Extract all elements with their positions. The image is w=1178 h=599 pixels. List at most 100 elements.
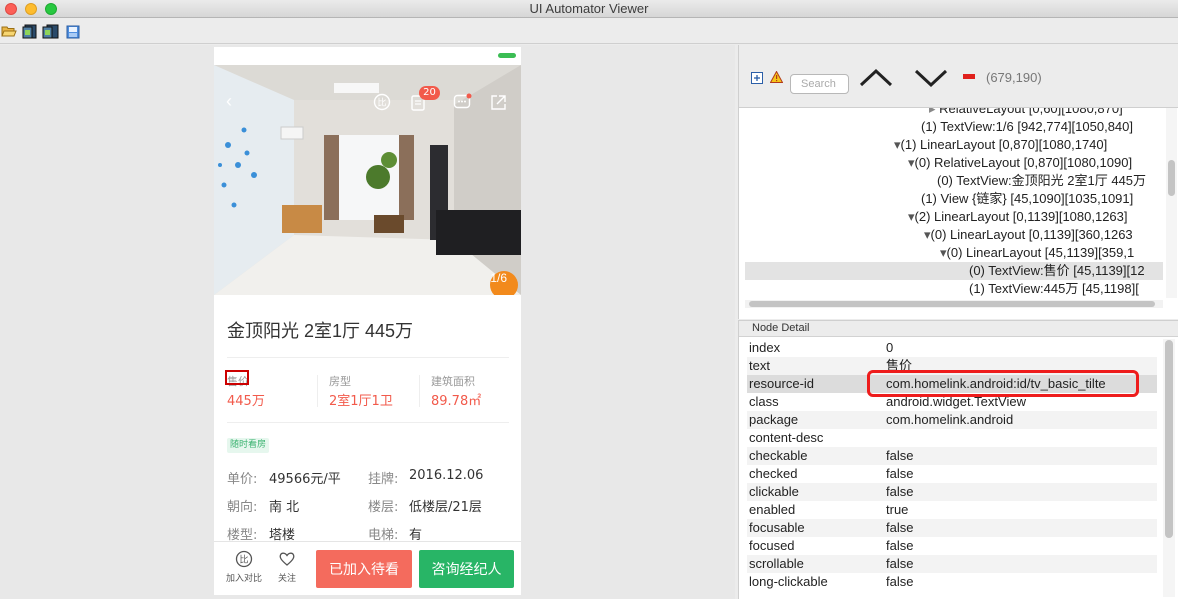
orientation-label: 朝向:: [227, 500, 258, 515]
tree-expand-icon[interactable]: ▸: [929, 108, 939, 116]
layout-value: 2室1厅1卫: [329, 394, 393, 409]
scroll-thumb[interactable]: [749, 301, 1155, 307]
detail-value: com.homelink.android: [886, 412, 1014, 427]
detail-row[interactable]: focused false: [747, 537, 1157, 555]
save-icon[interactable]: [66, 25, 80, 39]
price-value: 445万: [227, 394, 265, 409]
resource-id-annotation-box: [867, 370, 1139, 397]
listing-title: 金顶阳光 2室1厅 445万: [227, 321, 414, 341]
divider: [227, 357, 509, 358]
detail-key: focused: [749, 538, 795, 553]
status-bar: [214, 47, 521, 65]
add-compare-label: 加入对比: [225, 574, 262, 584]
tree-node[interactable]: ▾(0) LinearLayout [45,1139][359,1: [940, 244, 1134, 262]
detail-value: false: [886, 466, 914, 481]
open-folder-icon[interactable]: [1, 25, 17, 38]
device-screenshot-icon[interactable]: [22, 24, 38, 39]
compare-icon: 比: [235, 550, 253, 568]
tree-node[interactable]: (1) View {链家} [45,1090][1035,1091]: [921, 190, 1133, 208]
tree-node[interactable]: ▾(0) LinearLayout [0,1139][360,1263: [924, 226, 1133, 244]
device-screenshot-compressed-icon[interactable]: [42, 24, 60, 39]
pointer-coordinates: (679,190): [986, 70, 1042, 85]
tree-node[interactable]: ▸ RelativeLayout [0,60][1080,870]: [929, 108, 1123, 118]
detail-row[interactable]: checked false: [747, 465, 1157, 483]
node-detail-panel: Node Detail index 0 text 售价 resource-id com…: [738, 320, 1178, 599]
scroll-thumb[interactable]: [1168, 160, 1175, 196]
window-title: UI Automator Viewer: [529, 1, 649, 16]
next-result-icon[interactable]: [914, 68, 948, 88]
search-input[interactable]: Search: [790, 74, 849, 94]
detail-key: index: [749, 340, 781, 355]
detail-key: checkable: [749, 448, 808, 463]
detail-value: false: [886, 538, 914, 553]
detail-key: content-desc: [749, 430, 824, 445]
message-icon[interactable]: [453, 93, 472, 111]
uiautomatorviewer-window: UI Automator Viewer ‹ 比 20 1/6 金顶阳光 2室1厅…: [0, 0, 1178, 599]
detail-value: false: [886, 448, 914, 463]
tree-node[interactable]: ▾(2) LinearLayout [0,1139][1080,1263]: [908, 208, 1128, 226]
compare-icon[interactable]: 比: [373, 93, 391, 111]
viewing-anytime-tag: 随时看房: [227, 438, 270, 453]
detail-value: 0: [886, 340, 894, 355]
detail-row[interactable]: long-clickable false: [747, 573, 1157, 591]
add-compare-button[interactable]: 比 加入对比: [222, 550, 266, 584]
floor-value: 低楼层/21层: [409, 500, 482, 515]
device-screenshot-pane[interactable]: ‹ 比 20 1/6 金顶阳光 2室1厅 445万 售价 445万 房型 2室1…: [0, 45, 735, 599]
detail-row[interactable]: clickable false: [747, 483, 1157, 501]
floor-label: 楼层:: [368, 500, 399, 515]
title-bar: UI Automator Viewer: [0, 0, 1178, 18]
added-to-viewing-button[interactable]: 已加入待看: [316, 550, 412, 588]
detail-key: package: [749, 412, 799, 427]
listed-date-label: 挂牌:: [368, 472, 399, 487]
tree-node[interactable]: ▾(1) LinearLayout [0,870][1080,1740]: [894, 136, 1107, 154]
detail-row[interactable]: content-desc: [747, 429, 1157, 447]
tree-node[interactable]: ▾(0) RelativeLayout [0,870][1080,1090]: [908, 154, 1132, 172]
detail-row[interactable]: index 0: [747, 339, 1157, 357]
warning-icon[interactable]: [770, 71, 783, 83]
battery-icon: [498, 53, 516, 58]
detail-value: false: [886, 484, 914, 499]
detail-row[interactable]: enabled true: [747, 501, 1157, 519]
previous-result-icon[interactable]: [859, 68, 893, 88]
node-detail-header: Node Detail: [739, 321, 1178, 337]
scroll-thumb[interactable]: [1165, 340, 1173, 538]
tree-node-selected[interactable]: (0) TextView:售价 [45,1139][12: [745, 262, 1163, 280]
area-value: 89.78㎡: [431, 394, 482, 409]
svg-text:比: 比: [239, 554, 248, 566]
main-toolbar: [0, 19, 1178, 44]
device-screen[interactable]: ‹ 比 20 1/6 金顶阳光 2室1厅 445万 售价 445万 房型 2室1…: [214, 47, 521, 595]
detail-row[interactable]: package com.homelink.android: [747, 411, 1157, 429]
tree-node[interactable]: (1) TextView:445万 [45,1198][: [969, 280, 1139, 298]
detail-vertical-scrollbar[interactable]: [1163, 339, 1175, 597]
detail-key: checked: [749, 466, 798, 481]
detail-key: focusable: [749, 520, 805, 535]
listing-photo[interactable]: ‹ 比 20 1/6: [214, 65, 521, 295]
viewing-count-badge: 20: [419, 86, 440, 100]
detail-key: class: [749, 394, 779, 409]
tree-horizontal-scrollbar[interactable]: [745, 300, 1163, 308]
back-icon[interactable]: ‹: [226, 91, 232, 112]
tree-vertical-scrollbar[interactable]: [1166, 108, 1177, 298]
room-photo-image: [214, 65, 521, 295]
expand-all-icon[interactable]: [751, 72, 763, 84]
follow-label: 关注: [277, 574, 296, 584]
tree-node[interactable]: (0) TextView:金顶阳光 2室1厅 445万: [937, 172, 1146, 190]
follow-button[interactable]: 关注: [274, 550, 300, 584]
hierarchy-tree[interactable]: ▸ RelativeLayout [0,60][1080,870] (1) Te…: [745, 108, 1163, 298]
detail-value: false: [886, 556, 914, 571]
detail-row[interactable]: scrollable false: [747, 555, 1157, 573]
hierarchy-toolbar: Search (679,190): [739, 45, 1178, 108]
detail-row[interactable]: checkable false: [747, 447, 1157, 465]
divider: [317, 375, 318, 407]
clear-icon[interactable]: [963, 74, 975, 79]
divider: [227, 422, 509, 423]
tree-node[interactable]: (1) TextView:1/6 [942,774][1050,840]: [921, 118, 1133, 136]
unit-price-label: 单价:: [227, 472, 258, 487]
share-icon[interactable]: [490, 94, 507, 111]
detail-key: clickable: [749, 484, 799, 499]
bottom-action-bar: 比 加入对比 关注 已加入待看 咨询经纪人: [214, 541, 521, 595]
detail-row[interactable]: focusable false: [747, 519, 1157, 537]
selected-node-highlight: [225, 370, 249, 385]
detail-value: true: [886, 502, 909, 517]
consult-agent-button[interactable]: 咨询经纪人: [419, 550, 514, 588]
